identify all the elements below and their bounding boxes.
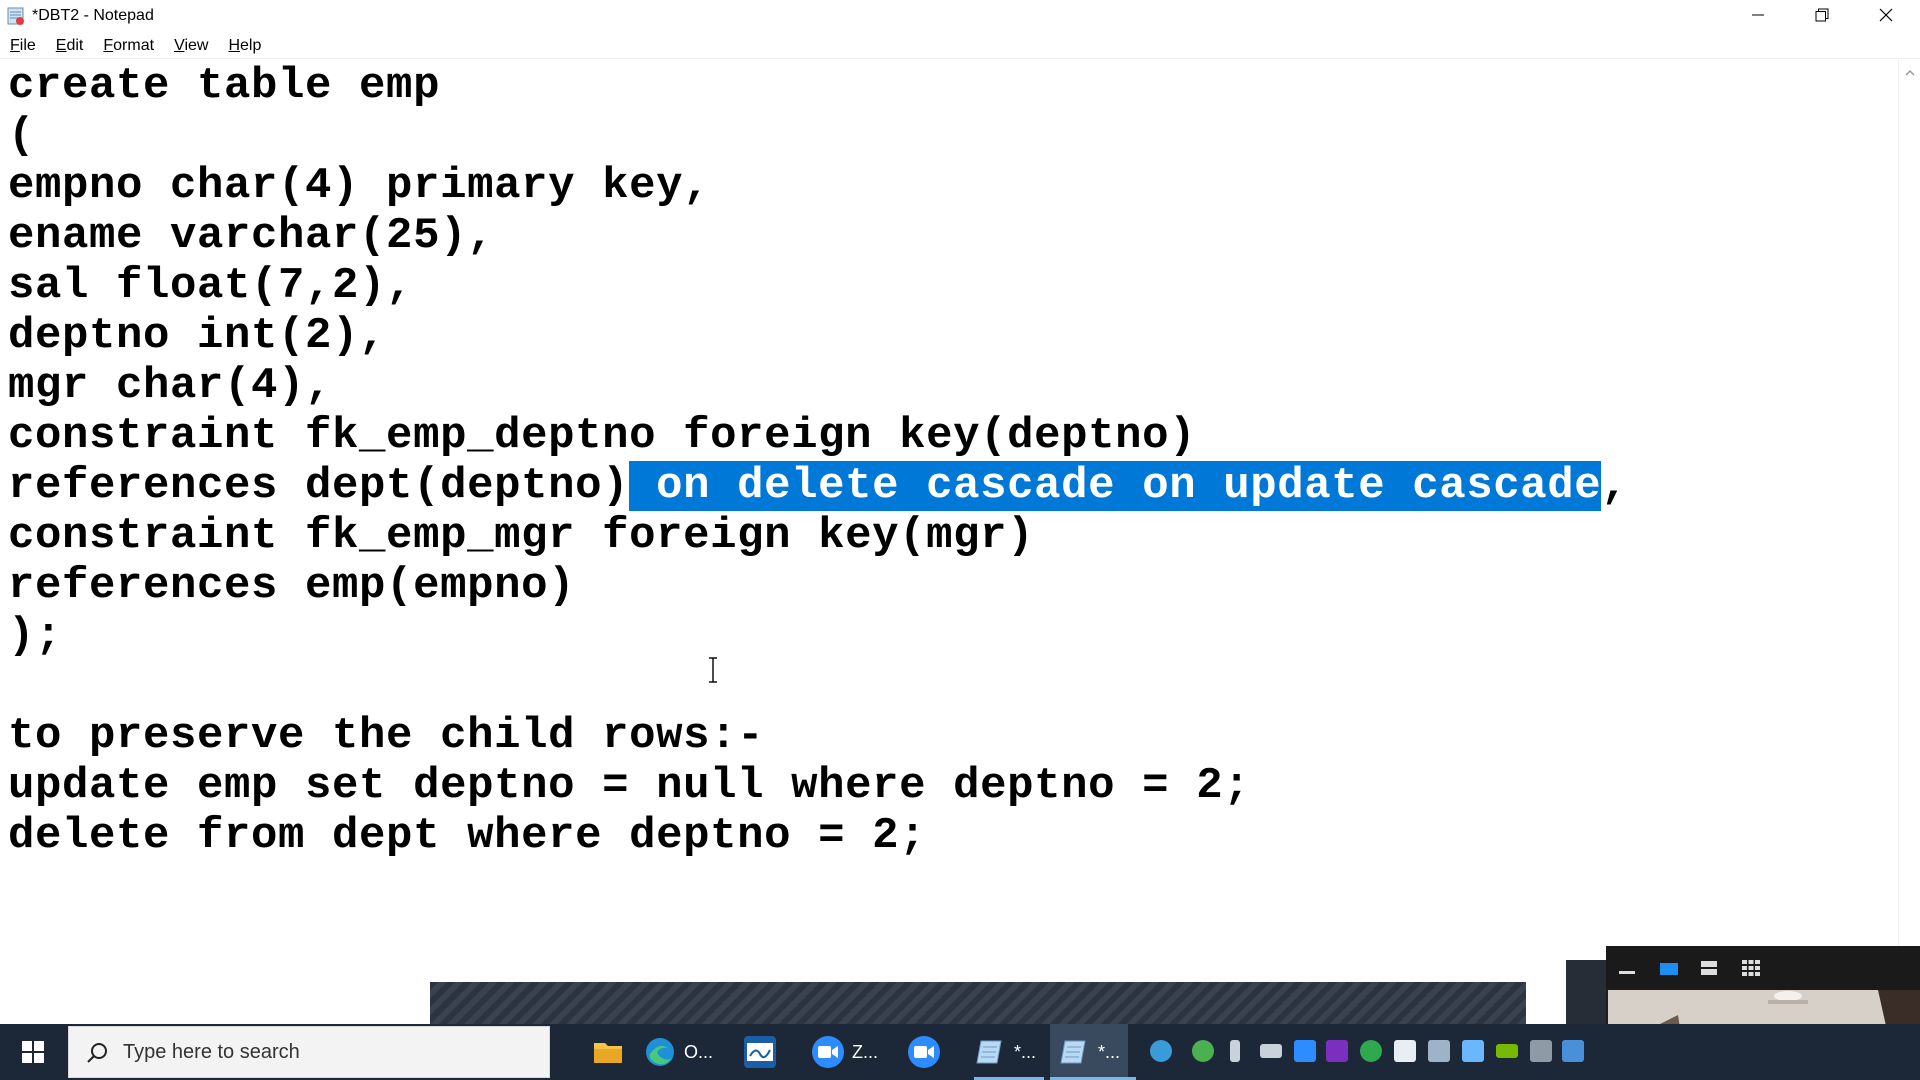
strip-view-icon[interactable] [1698,958,1720,978]
code-text: , [1601,461,1629,511]
taskbar-app-file-explorer[interactable] [592,1024,632,1080]
help-icon[interactable] [1150,1040,1172,1062]
code-text: references dept(deptno) [8,461,630,511]
zoom-tray-icon[interactable] [1294,1040,1316,1062]
restore-button[interactable] [1790,0,1854,30]
code-line: ( [8,111,36,161]
device-icon[interactable] [1530,1040,1552,1062]
minimize-button[interactable] [1726,0,1790,30]
shield-check-icon[interactable] [1192,1040,1214,1062]
search-placeholder: Type here to search [123,1041,300,1063]
notepad-icon [974,1036,1006,1068]
menu-help[interactable]: Help [218,34,271,58]
code-line: references emp(empno) [8,561,576,611]
onenote-icon[interactable] [1326,1040,1348,1062]
taskbar-app-edge[interactable]: O... [644,1024,713,1080]
code-line: update emp set deptno = null where deptn… [8,761,1251,811]
window-title: *DBT2 - Notepad [32,7,154,24]
text-editor[interactable]: create table emp ( empno char(4) primary… [0,59,1898,1023]
whiteboard-icon [744,1036,776,1068]
start-button[interactable] [0,1024,66,1080]
code-line-with-selection: references dept(deptno) on delete cascad… [8,461,1628,511]
code-line: mgr char(4), [8,361,333,411]
code-line: empno char(4) primary key, [8,161,711,211]
notepad-icon [1058,1036,1090,1068]
battery-icon[interactable] [1260,1044,1282,1058]
code-line: ); [8,611,63,661]
code-line: constraint fk_emp_mgr foreign key(mgr) [8,511,1035,561]
taskbar-app-zoom-meeting[interactable] [908,1024,948,1080]
code-line: to preserve the child rows:- [8,711,765,761]
microphone-icon[interactable] [1230,1040,1240,1062]
taskbar-search-box[interactable]: Type here to search [68,1026,550,1078]
speaker-view-icon[interactable] [1658,958,1680,978]
code-line: delete from dept where deptno = 2; [8,811,927,861]
menu-bar: File Edit Format View Help [0,34,271,58]
notepad-icon [6,6,26,26]
taskbar-app-zoom[interactable]: Z... [812,1024,878,1080]
screen-share-bar [430,982,1526,1024]
video-toolbar [1606,946,1920,990]
minimize-video-icon[interactable] [1616,958,1638,978]
edge-icon [644,1036,676,1068]
title-bar: *DBT2 - Notepad [0,0,1920,32]
taskbar-app-notepad-1[interactable]: *... [974,1024,1044,1080]
selected-text: on delete cascade on update cascade [629,461,1602,511]
menu-format[interactable]: Format [93,34,164,58]
taskbar-app-whiteboard[interactable] [744,1024,784,1080]
security-icon[interactable] [1394,1040,1416,1062]
menu-file[interactable]: File [0,34,46,58]
snowflake-icon[interactable] [1462,1040,1484,1062]
utorrent-icon[interactable] [1360,1040,1382,1062]
taskbar-app-notepad-2-active[interactable]: *... [1050,1024,1136,1080]
code-line: deptno int(2), [8,311,387,361]
search-icon [85,1041,109,1070]
code-line: constraint fk_emp_deptno foreign key(dep… [8,411,1197,461]
vertical-scrollbar[interactable] [1898,59,1920,1023]
windows-icon [22,1041,44,1063]
edit-icon[interactable] [1562,1040,1584,1062]
code-line: create table emp [8,61,441,111]
code-line: ename varchar(25), [8,211,495,261]
code-line: sal float(7,2), [8,261,414,311]
file-explorer-icon [592,1036,624,1068]
gallery-view-icon[interactable] [1740,958,1762,978]
network-icon[interactable] [1428,1040,1450,1062]
menu-edit[interactable]: Edit [46,34,94,58]
taskbar: Type here to search O... Z... *... *... [0,1024,1920,1080]
zoom-icon [812,1036,844,1068]
close-button[interactable] [1854,0,1918,30]
zoom-meeting-icon [908,1036,940,1068]
menu-view[interactable]: View [164,34,218,58]
nvidia-icon[interactable] [1496,1044,1518,1058]
text-cursor-icon [706,656,720,684]
overlay-panel-edge [1566,960,1606,1024]
